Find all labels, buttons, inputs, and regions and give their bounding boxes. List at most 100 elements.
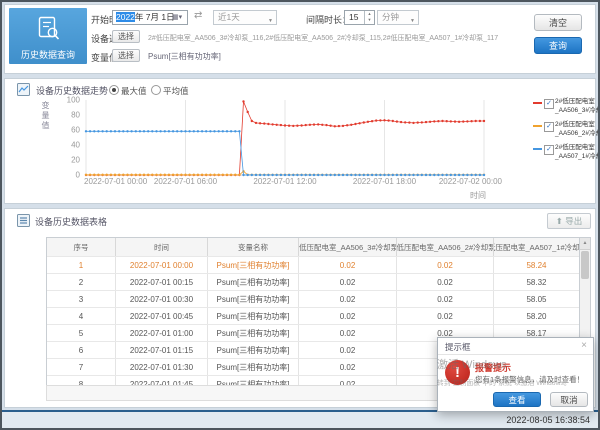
table-cell: 0.02: [397, 257, 494, 273]
view-button[interactable]: 查看: [493, 392, 541, 407]
export-label: 导出: [565, 216, 582, 226]
variable-select-button[interactable]: 选择: [112, 49, 140, 62]
device-select-button[interactable]: 选择: [112, 30, 140, 43]
dialog-titlebar: 提示框 ×: [438, 338, 593, 355]
legend-checkbox[interactable]: ✓: [544, 145, 554, 155]
table-cell: 0.02: [299, 257, 397, 273]
table-cell: 0.02: [397, 308, 494, 324]
table-row[interactable]: 12022-07-01 00:00Psum[三相有功功率]0.020.0258.…: [47, 256, 580, 273]
legend-line-mark: [533, 125, 542, 127]
clear-button[interactable]: 清空: [534, 14, 582, 31]
svg-text:20: 20: [71, 156, 80, 165]
legend-line-mark: [533, 102, 542, 104]
legend-checkbox[interactable]: ✓: [544, 122, 554, 132]
chart-legend: ✓2#低压配电室_AA506_3#冷却泵✓2#低压配电室_AA506_2#冷却泵…: [531, 79, 597, 205]
query-button[interactable]: 查询: [534, 37, 582, 54]
table-cell: Psum[三相有功功率]: [208, 274, 299, 290]
export-button[interactable]: ⬆ 导出: [547, 213, 591, 229]
svg-text:2022-07-01 18:00: 2022-07-01 18:00: [353, 177, 417, 186]
interval-unit-select[interactable]: 分钟 ▼: [377, 10, 419, 25]
calendar-icon[interactable]: ▦▾: [172, 13, 185, 22]
table-cell: 0.02: [397, 291, 494, 307]
svg-text:80: 80: [71, 111, 80, 120]
table-cell: 2022-07-01 01:15: [116, 342, 208, 358]
table-cell: 2: [47, 274, 116, 290]
cancel-button[interactable]: 取消: [550, 392, 588, 407]
table-row[interactable]: 22022-07-01 00:15Psum[三相有功功率]0.020.0258.…: [47, 273, 580, 290]
table-header-cell: 2#低压配电室_AA506_3#冷却泵...: [299, 238, 397, 256]
table-cell: 58.32: [494, 274, 580, 290]
svg-text:100: 100: [67, 96, 81, 105]
table-cell: 0.02: [299, 274, 397, 290]
table-cell: Psum[三相有功功率]: [208, 291, 299, 307]
history-query-icon: [38, 16, 60, 42]
table-cell: 0.02: [299, 359, 397, 375]
svg-text:2022-07-02 00:00: 2022-07-02 00:00: [439, 177, 503, 186]
table-cell: 0.02: [299, 342, 397, 358]
alert-title: 报警提示: [475, 361, 511, 374]
table-header-cell: 变量名称: [208, 238, 299, 256]
table-cell: Psum[三相有功功率]: [208, 325, 299, 341]
table-cell: 0.02: [299, 291, 397, 307]
legend-checkbox[interactable]: ✓: [544, 99, 554, 109]
scrollbar-thumb[interactable]: [581, 251, 589, 279]
status-bar: 2022-08-05 16:38:54: [0, 410, 600, 430]
alert-dialog: 提示框 × ! 报警提示 您有1条报警信息，请及时查看！ 查看 取消: [437, 337, 594, 412]
table-header-row: 序号时间变量名称2#低压配电室_AA506_3#冷却泵...2#低压配电室_AA…: [47, 238, 580, 256]
date-rest: 年 7月 1日: [135, 12, 175, 22]
svg-text:0: 0: [76, 171, 81, 180]
table-cell: Psum[三相有功功率]: [208, 257, 299, 273]
table-cell: 2022-07-01 01:00: [116, 325, 208, 341]
spinner-down-icon[interactable]: ▼: [368, 17, 372, 22]
chevron-down-icon: ▼: [410, 15, 415, 28]
table-row[interactable]: 32022-07-01 00:30Psum[三相有功功率]0.020.0258.…: [47, 290, 580, 307]
dialog-title: 提示框: [445, 341, 471, 353]
table-header-cell: 序号: [47, 238, 116, 256]
legend-line-mark: [533, 148, 542, 150]
query-form-panel: 历史数据查询 开始时间： 2022年 7月 1日 ▦▾ ⇄ 近1天 ▼ 间隔时长…: [4, 4, 596, 74]
time-range-select[interactable]: 近1天 ▼: [213, 10, 277, 25]
table-header-cell: 2#低压配电室_AA507_1#冷却泵...: [494, 238, 580, 256]
table-cell: 6: [47, 342, 116, 358]
spinner-up-icon[interactable]: ▲: [368, 11, 372, 16]
table-cell: 2022-07-01 00:45: [116, 308, 208, 324]
svg-text:2022-07-01 06:00: 2022-07-01 06:00: [154, 177, 218, 186]
table-cell: 0.02: [299, 308, 397, 324]
stepper-arrows[interactable]: ▲ ▼: [364, 11, 374, 24]
trend-chart: 2022-07-01 00:002022-07-01 06:002022-07-…: [5, 79, 597, 205]
table-cell: 1: [47, 257, 116, 273]
table-cell: 58.20: [494, 308, 580, 324]
export-icon: ⬆: [556, 216, 563, 226]
legend-label[interactable]: 2#低压配电室_AA506_3#冷却泵: [555, 98, 600, 115]
table-cell: Psum[三相有功功率]: [208, 308, 299, 324]
table-panel-title: 设备历史数据表格: [35, 215, 107, 228]
table-cell: 2022-07-01 00:00: [116, 257, 208, 273]
status-timestamp: 2022-08-05 16:38:54: [506, 415, 590, 425]
svg-text:2022-07-01 12:00: 2022-07-01 12:00: [253, 177, 317, 186]
table-cell: Psum[三相有功功率]: [208, 342, 299, 358]
legend-label[interactable]: 2#低压配电室_AA507_1#冷却泵: [555, 144, 600, 161]
device-value-text: 2#低压配电室_AA506_3#冷却泵_116,2#低压配电室_AA506_2#…: [148, 33, 526, 43]
table-header-cell: 2#低压配电室_AA506_2#冷却泵...: [397, 238, 494, 256]
time-range-value: 近1天: [218, 12, 240, 22]
chevron-down-icon: ▼: [268, 15, 273, 28]
svg-text:60: 60: [71, 126, 80, 135]
app-window: 历史数据查询 开始时间： 2022年 7月 1日 ▦▾ ⇄ 近1天 ▼ 间隔时长…: [0, 0, 600, 430]
table-cell: 2022-07-01 00:15: [116, 274, 208, 290]
close-icon[interactable]: ×: [581, 340, 587, 351]
svg-text:时间: 时间: [470, 190, 486, 200]
sidebar-item-history-query[interactable]: 历史数据查询: [9, 8, 87, 64]
swap-range-icon[interactable]: ⇄: [194, 10, 202, 21]
table-cell: 58.24: [494, 257, 580, 273]
interval-unit-value: 分钟: [382, 12, 399, 22]
interval-stepper[interactable]: 15 ▲ ▼: [344, 10, 375, 25]
date-year-selected: 2022: [116, 12, 135, 22]
alarm-icon: !: [445, 360, 470, 385]
table-row[interactable]: 42022-07-01 00:45Psum[三相有功功率]0.020.0258.…: [47, 307, 580, 324]
scrollbar-up-icon[interactable]: ▲: [580, 238, 590, 250]
table-cell: Psum[三相有功功率]: [208, 359, 299, 375]
start-date-input[interactable]: 2022年 7月 1日 ▦▾: [112, 10, 188, 25]
table-panel-icon: [17, 214, 30, 227]
table-cell: 2022-07-01 00:30: [116, 291, 208, 307]
legend-label[interactable]: 2#低压配电室_AA506_2#冷却泵: [555, 121, 600, 138]
